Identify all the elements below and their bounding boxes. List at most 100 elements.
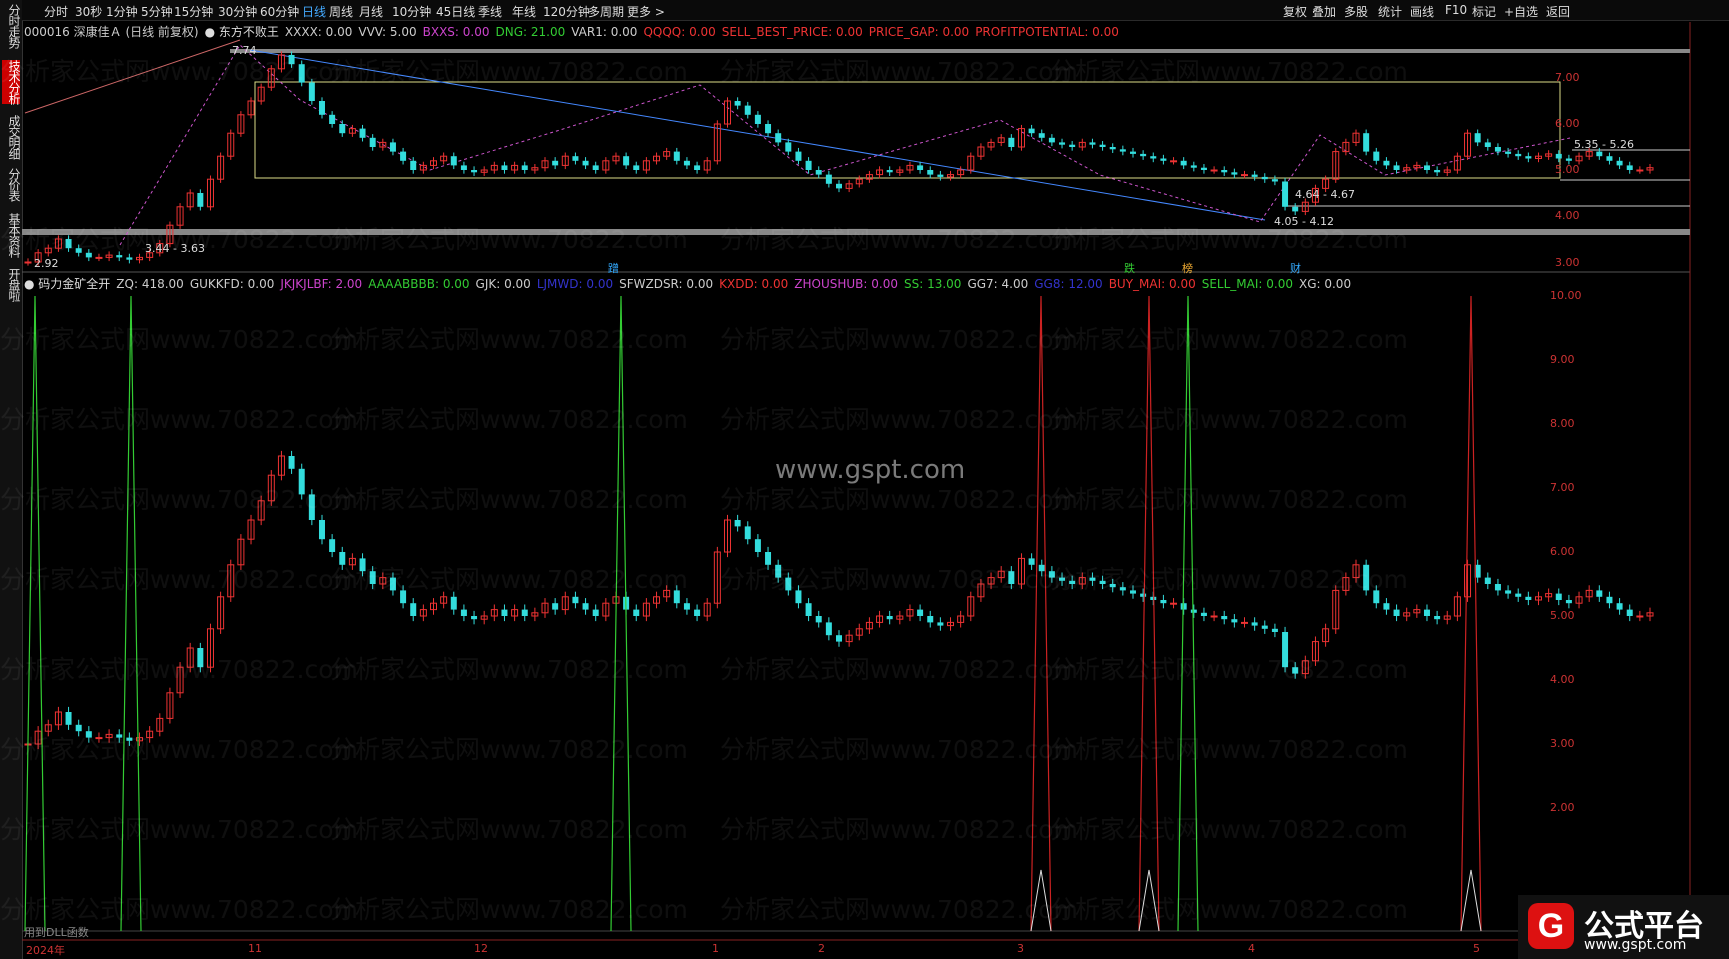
candle-body bbox=[1089, 142, 1096, 145]
candle-body bbox=[1038, 564, 1045, 572]
candle-body bbox=[815, 170, 822, 175]
candle-body bbox=[1474, 133, 1481, 143]
trend-line bbox=[24, 39, 241, 114]
candle-body bbox=[1069, 580, 1076, 584]
candle-body bbox=[460, 165, 467, 170]
candle-body bbox=[308, 82, 315, 101]
indicator-value: BUY_MAI: 0.00 bbox=[1108, 277, 1196, 291]
candle-body bbox=[1565, 600, 1572, 604]
indicator-value: XG: 0.00 bbox=[1298, 277, 1352, 291]
candle-body bbox=[754, 114, 761, 124]
candle-body bbox=[85, 252, 92, 258]
candle-body bbox=[400, 590, 407, 604]
candle-body bbox=[359, 128, 366, 138]
signal-spike-red bbox=[1138, 295, 1160, 932]
candle-body bbox=[501, 165, 508, 170]
candle-body bbox=[75, 248, 82, 253]
candle-body bbox=[410, 603, 417, 616]
candle-body bbox=[116, 255, 123, 258]
candle-body bbox=[1271, 628, 1278, 632]
candle-body bbox=[734, 520, 741, 527]
candle-body bbox=[308, 494, 315, 520]
date-label: 3 bbox=[1017, 942, 1024, 955]
candle-body bbox=[95, 737, 103, 740]
indicator-value: AAAABBBB: 0.00 bbox=[368, 277, 470, 291]
candle-body bbox=[501, 609, 508, 616]
indicator-value: JKJKJLBF: 2.00 bbox=[280, 277, 363, 291]
candle-body bbox=[400, 151, 407, 161]
candle-body bbox=[1150, 156, 1157, 159]
price-tick: 6.00 bbox=[1555, 117, 1580, 130]
candle-body bbox=[1008, 571, 1015, 584]
price-annotation: 5.35 - 5.26 bbox=[1574, 138, 1634, 151]
candle-body bbox=[694, 609, 701, 616]
candle-body bbox=[65, 712, 72, 725]
price-tick: 3.00 bbox=[1550, 737, 1575, 750]
date-axis: 2024年 11 12 1 2 3 4 5 bbox=[22, 940, 1729, 959]
candle-body bbox=[471, 170, 478, 173]
candle-body bbox=[805, 160, 812, 170]
indicator-value: ZQ: 418.00 bbox=[116, 277, 184, 291]
candle-body bbox=[1048, 571, 1055, 578]
date-label: 5 bbox=[1473, 942, 1480, 955]
candle-body bbox=[785, 577, 792, 591]
candle-body bbox=[1616, 603, 1623, 610]
candle-body bbox=[197, 648, 204, 668]
candle-body bbox=[1636, 615, 1644, 618]
candle-body bbox=[1028, 558, 1035, 565]
sub-indicator-name[interactable]: ● 码力金矿全开 bbox=[24, 277, 110, 291]
candle-body bbox=[623, 156, 630, 166]
trend-line bbox=[249, 49, 1266, 221]
candle-body bbox=[1636, 169, 1644, 172]
candle-body bbox=[1383, 603, 1390, 610]
candle-body bbox=[734, 101, 741, 106]
candle-body bbox=[1170, 602, 1178, 605]
candle-body bbox=[1596, 151, 1603, 157]
date-label: 12 bbox=[474, 942, 488, 955]
candle-body bbox=[1596, 590, 1603, 597]
candle-body bbox=[825, 622, 832, 636]
candle-body bbox=[521, 165, 528, 170]
candle-body bbox=[359, 558, 366, 572]
signal-spike-green bbox=[1177, 295, 1199, 932]
candle-body bbox=[116, 734, 123, 738]
event-marker[interactable]: 跌 bbox=[1124, 260, 1135, 276]
price-annotation: 3.44 - 3.63 bbox=[145, 242, 205, 255]
candle-body bbox=[75, 724, 82, 732]
event-marker[interactable]: 财 bbox=[1290, 260, 1301, 276]
candle-body bbox=[450, 596, 457, 610]
candle-body bbox=[1494, 584, 1501, 591]
signal-spike-small bbox=[1030, 869, 1052, 932]
event-marker[interactable]: 蹭 bbox=[608, 260, 619, 276]
candle-body bbox=[592, 165, 599, 170]
indicator-value: GUKKFD: 0.00 bbox=[189, 277, 275, 291]
candle-body bbox=[1109, 147, 1116, 150]
candle-body bbox=[836, 635, 842, 642]
candle-body bbox=[694, 165, 701, 170]
event-marker[interactable]: 榜 bbox=[1182, 260, 1193, 276]
candle-body bbox=[1423, 609, 1430, 616]
price-tick: 8.00 bbox=[1550, 417, 1575, 430]
candle-body bbox=[683, 603, 690, 610]
candle-body bbox=[450, 156, 457, 166]
candle-body bbox=[683, 160, 690, 166]
indicator-value: GG8: 12.00 bbox=[1034, 277, 1103, 291]
candle-body bbox=[288, 55, 295, 65]
candle-body bbox=[1606, 156, 1613, 161]
candle-body bbox=[1140, 153, 1147, 157]
candle-body bbox=[197, 193, 204, 207]
candle-body bbox=[1363, 564, 1370, 591]
signal-spike-green bbox=[120, 295, 142, 932]
band-top bbox=[230, 49, 1690, 53]
candle-body bbox=[369, 571, 376, 584]
candle-body bbox=[24, 261, 32, 264]
candle-body bbox=[1292, 206, 1299, 212]
candle-body bbox=[85, 731, 92, 738]
candle-body bbox=[1525, 596, 1532, 600]
candle-body bbox=[1282, 632, 1289, 668]
candle-body bbox=[825, 174, 832, 184]
center-watermark: www.gspt.com bbox=[775, 455, 966, 485]
candle-body bbox=[1292, 667, 1299, 674]
signal-spike-green bbox=[24, 295, 46, 932]
price-tick: 9.00 bbox=[1550, 353, 1575, 366]
